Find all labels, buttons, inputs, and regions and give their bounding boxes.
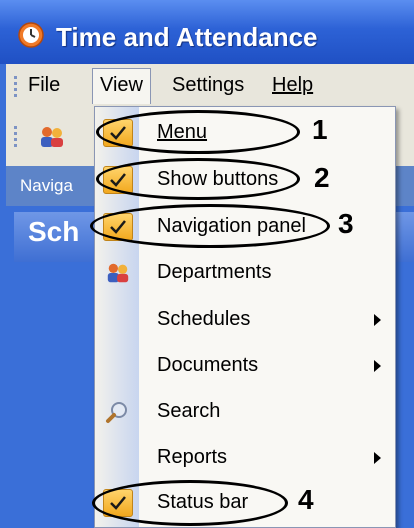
annotation-number: 3 [338,208,354,239]
menu-item-label: Reports [157,446,228,468]
search-icon [106,402,127,423]
menu-file[interactable]: File [28,74,60,97]
annotation-circle [92,480,288,526]
title-bar[interactable]: Time and Attendance [0,0,414,64]
annotation-number: 2 [314,162,330,193]
annotation-number: 4 [298,484,314,515]
annotation-circle [96,158,300,200]
menu-item-documents[interactable]: Documents [95,346,395,386]
menu-item-label: Documents [157,354,259,376]
menu-item-search[interactable]: Search [95,392,395,432]
clock-icon [18,22,44,48]
toolbar-grip-icon[interactable] [14,126,17,148]
section-title: Sch [28,216,80,247]
window-title: Time and Attendance [56,22,318,52]
menu-help[interactable]: Help [272,74,313,97]
menu-item-label: Schedules [157,308,251,330]
departments-icon[interactable] [38,126,66,148]
menu-item-reports[interactable]: Reports [95,438,395,478]
app-window: Time and Attendance File View Settings H… [0,0,414,528]
menu-item-schedules[interactable]: Schedules [95,300,395,340]
menu-view[interactable]: View [92,68,151,104]
departments-icon [107,263,129,283]
navigation-title: Naviga [20,176,73,195]
annotation-circle [96,110,300,154]
annotation-circle [90,204,330,248]
menu-settings[interactable]: Settings [172,74,244,97]
menu-item-departments[interactable]: Departments [95,253,395,293]
annotation-number: 1 [312,114,328,145]
menubar-grip-icon[interactable] [14,76,17,98]
menu-bar: File View Settings Help [6,64,414,108]
menu-item-label: Search [157,400,221,422]
submenu-arrow-icon [374,360,381,372]
submenu-arrow-icon [374,314,381,326]
menu-item-label: Departments [157,261,272,283]
submenu-arrow-icon [374,452,381,464]
